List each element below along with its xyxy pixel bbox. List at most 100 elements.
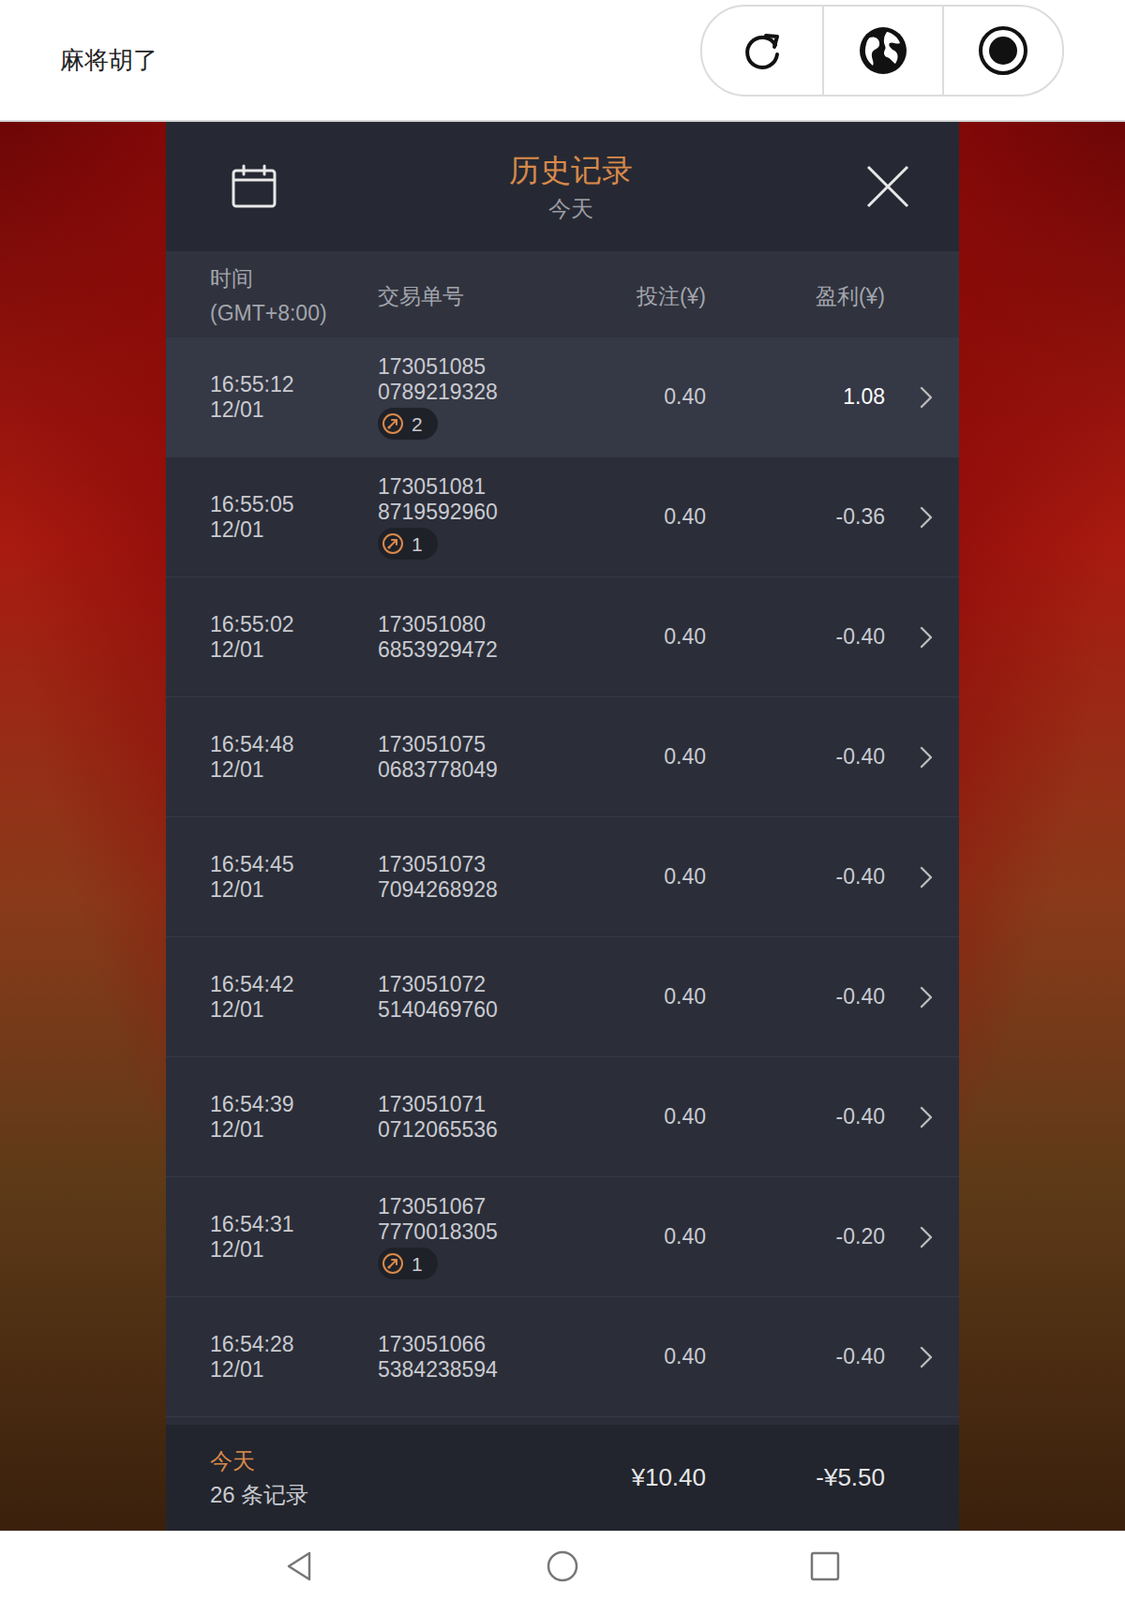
order-id-cell: 17305108507892193282 <box>377 354 624 440</box>
row-chevron <box>885 505 960 530</box>
language-button[interactable] <box>822 6 943 95</box>
table-row[interactable]: 16:55:0512/01173051081871959296010.40-0.… <box>165 457 960 578</box>
chevron-right-icon <box>918 625 934 650</box>
table-row[interactable]: 16:54:4812/0117305107506837780490.40-0.4… <box>165 697 960 818</box>
free-spin-badge: 1 <box>377 527 438 560</box>
globe-icon <box>856 24 910 77</box>
order-id-cell: 17305106777700183051 <box>377 1194 624 1280</box>
column-header: 时间(GMT+8:00) <box>210 261 378 331</box>
chevron-right-icon <box>918 505 934 530</box>
free-spin-badge: 2 <box>377 407 438 440</box>
chevron-right-icon <box>918 1345 934 1370</box>
top-bar: 麻将胡了 <box>0 0 1125 122</box>
profit-cell: -0.36 <box>705 504 885 530</box>
recents-button[interactable] <box>806 1547 844 1586</box>
time-cell: 16:54:3112/01 <box>210 1212 378 1263</box>
game-area: 历史记录今天时间(GMT+8:00)交易单号投注(¥)盈利(¥)16:55:12… <box>0 121 1125 1531</box>
row-chevron <box>885 865 960 890</box>
table-row[interactable]: 16:55:1212/01173051085078921932820.401.0… <box>165 337 960 458</box>
order-id-cell: 1730510737094268928 <box>377 852 624 903</box>
column-header: 盈利(¥) <box>705 279 885 315</box>
record-button[interactable] <box>942 6 1063 95</box>
bet-cell: 0.40 <box>623 504 706 530</box>
system-nav-bar <box>0 1530 1125 1600</box>
toolbar <box>700 4 1065 97</box>
order-id-cell: 1730510750683778049 <box>377 732 624 783</box>
table-row[interactable]: 16:54:4212/0117305107251404697600.40-0.4… <box>165 937 960 1058</box>
row-chevron <box>885 1225 960 1250</box>
free-spin-badge: 1 <box>377 1247 438 1280</box>
profit-cell: -0.40 <box>705 864 885 890</box>
bet-cell: 0.40 <box>623 624 706 650</box>
profit-cell: -0.40 <box>705 744 885 770</box>
profit-cell: -0.40 <box>705 1344 885 1370</box>
column-header: 交易单号 <box>377 279 624 315</box>
time-cell: 16:54:4512/01 <box>210 852 378 903</box>
row-chevron <box>885 985 960 1010</box>
total-bet: ¥10.40 <box>623 1463 706 1493</box>
total-profit: -¥5.50 <box>705 1463 885 1493</box>
table-row[interactable]: 16:55:0212/0117305108068539294720.40-0.4… <box>165 577 960 698</box>
table-row[interactable]: 16:54:4512/0117305107370942689280.40-0.4… <box>165 817 960 938</box>
order-id-cell: 1730510665384238594 <box>377 1332 624 1383</box>
record-icon <box>976 24 1030 77</box>
home-button[interactable] <box>543 1547 582 1586</box>
time-cell: 16:54:4212/01 <box>210 972 378 1023</box>
time-cell: 16:55:0512/01 <box>210 492 378 543</box>
home-circle-icon <box>543 1547 582 1586</box>
panel-header: 历史记录今天 <box>165 121 960 255</box>
back-triangle-icon <box>281 1547 319 1586</box>
table-row[interactable]: 16:54:3112/01173051067777001830510.40-0.… <box>165 1177 960 1298</box>
spin-icon <box>381 412 405 435</box>
back-button[interactable] <box>281 1547 319 1586</box>
history-panel: 历史记录今天时间(GMT+8:00)交易单号投注(¥)盈利(¥)16:55:12… <box>165 121 960 1531</box>
order-id-cell: 17305108187195929601 <box>377 474 624 560</box>
app-title: 麻将胡了 <box>60 44 158 77</box>
time-cell: 16:54:2812/01 <box>210 1332 378 1383</box>
recents-square-icon <box>806 1547 844 1586</box>
row-chevron <box>885 1345 960 1370</box>
profit-cell: -0.40 <box>705 984 885 1010</box>
chevron-right-icon <box>918 1105 934 1130</box>
summary-label: 今天26 条记录 <box>210 1446 624 1511</box>
row-chevron <box>885 385 960 410</box>
table-row[interactable]: 16:54:3912/0117305107107120655360.40-0.4… <box>165 1057 960 1178</box>
profit-cell: -0.40 <box>705 1104 885 1130</box>
order-id-cell: 1730510806853929472 <box>377 612 624 663</box>
calendar-button[interactable] <box>230 163 278 210</box>
refresh-button[interactable] <box>702 6 823 95</box>
summary-footer: 今天26 条记录¥10.40-¥5.50 <box>165 1425 960 1531</box>
bet-cell: 0.40 <box>623 384 706 410</box>
row-chevron <box>885 745 960 770</box>
chevron-right-icon <box>918 985 934 1010</box>
row-chevron <box>885 1105 960 1130</box>
bet-cell: 0.40 <box>623 1344 706 1370</box>
panel-title: 历史记录 <box>509 150 633 193</box>
refresh-icon <box>737 26 787 75</box>
close-icon <box>865 164 911 210</box>
close-button[interactable] <box>864 163 912 210</box>
spin-icon <box>381 532 405 555</box>
chevron-right-icon <box>918 865 934 890</box>
calendar-icon <box>230 164 278 210</box>
column-header: 投注(¥) <box>623 279 706 315</box>
chevron-right-icon <box>918 1225 934 1250</box>
profit-cell: 1.08 <box>705 384 885 410</box>
screen: 麻将胡了历史记录今天时间(GMT+8:00)交易单号投注(¥)盈利(¥)16:5… <box>0 0 1125 1600</box>
bet-cell: 0.40 <box>623 744 706 770</box>
bet-cell: 0.40 <box>623 864 706 890</box>
panel-subtitle: 今天 <box>509 194 633 225</box>
time-cell: 16:54:4812/01 <box>210 732 378 783</box>
table-row[interactable]: 16:54:2812/0117305106653842385940.40-0.4… <box>165 1297 960 1418</box>
profit-cell: -0.20 <box>705 1224 885 1250</box>
table-header: 时间(GMT+8:00)交易单号投注(¥)盈利(¥) <box>165 255 960 338</box>
time-cell: 16:54:3912/01 <box>210 1092 378 1143</box>
bet-cell: 0.40 <box>623 984 706 1010</box>
profit-cell: -0.40 <box>705 624 885 650</box>
spin-icon <box>381 1252 405 1275</box>
history-list: 16:55:1212/01173051085078921932820.401.0… <box>165 337 960 1425</box>
time-cell: 16:55:1212/01 <box>210 372 378 423</box>
bet-cell: 0.40 <box>623 1224 706 1250</box>
bet-cell: 0.40 <box>623 1104 706 1130</box>
chevron-right-icon <box>918 385 934 410</box>
